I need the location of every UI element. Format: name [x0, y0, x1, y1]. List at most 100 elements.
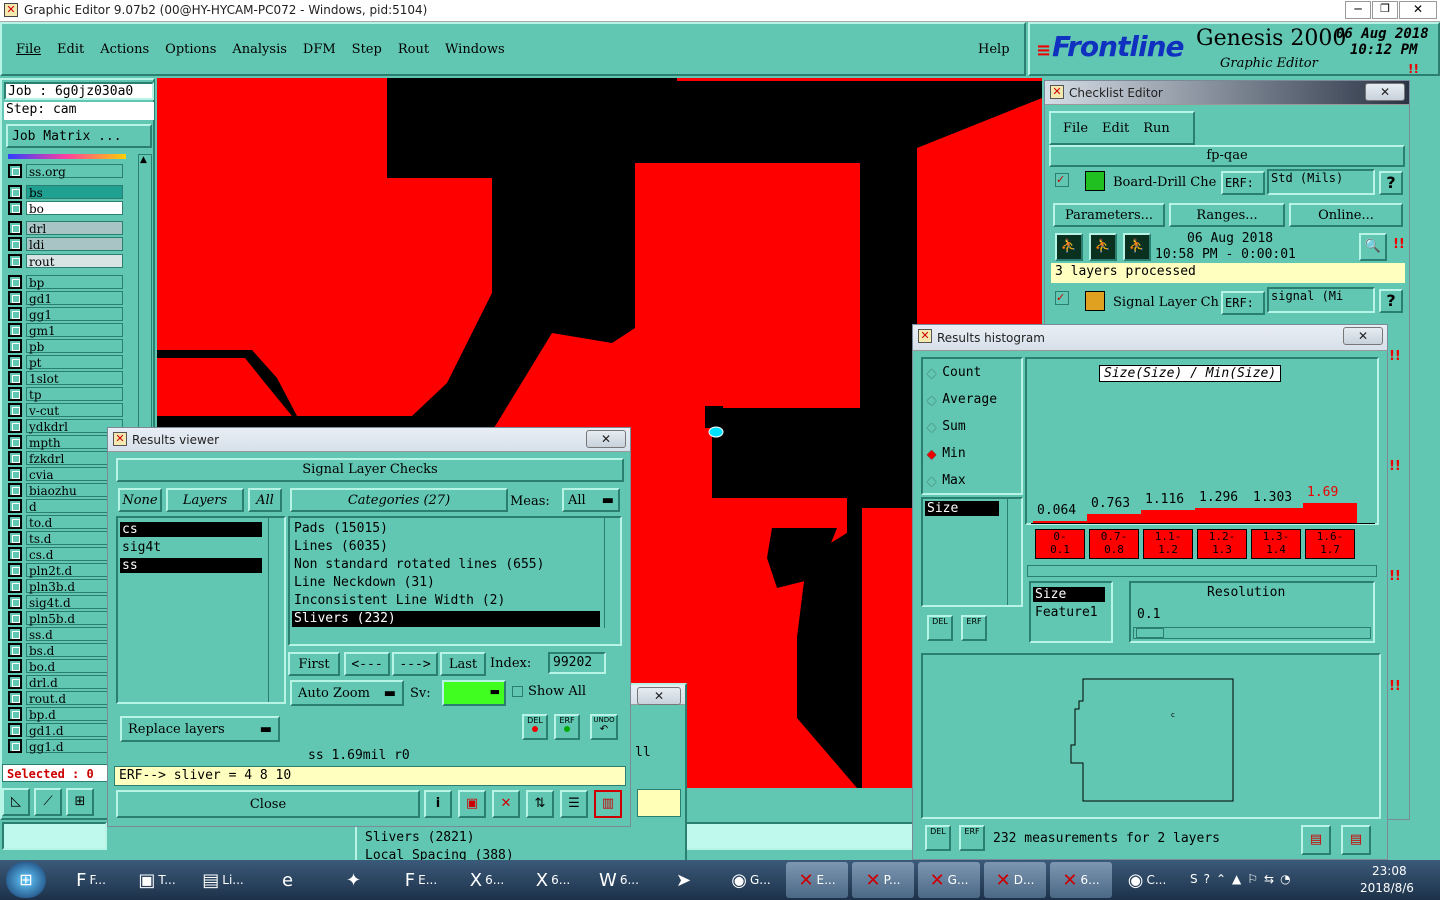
layer-row[interactable]: fzkdrl	[8, 450, 123, 466]
layer-row[interactable]: pt	[8, 354, 123, 370]
histogram-left-list[interactable]: Size	[921, 497, 1023, 607]
menu-analysis[interactable]: Analysis	[232, 42, 287, 57]
parameters-button[interactable]: Parameters...	[1053, 203, 1165, 227]
bg-dropdown[interactable]: ll	[633, 745, 681, 769]
item2-erf-value[interactable]: signal (Mi	[1267, 287, 1375, 313]
chart-hscroll[interactable]	[1027, 565, 1377, 577]
prev-button[interactable]: <---	[344, 652, 390, 676]
results-viewer-close[interactable]: ✕	[586, 430, 626, 448]
category-item[interactable]: Non standard rotated lines (655)	[292, 557, 600, 573]
layer-row[interactable]: d	[8, 498, 123, 514]
taskbar-item[interactable]: ✕ 6...	[1050, 862, 1112, 898]
report-icon[interactable]: ☰	[560, 790, 588, 818]
taskbar-item[interactable]: e	[258, 862, 320, 898]
layer-checkbox[interactable]	[8, 402, 22, 417]
taskbar-item[interactable]: F E...	[390, 862, 452, 898]
categories-scrollbar[interactable]	[604, 518, 618, 628]
checklist-close[interactable]: ✕	[1365, 83, 1405, 101]
layer-row[interactable]: bo.d	[8, 658, 123, 674]
layer-row[interactable]: bs.d	[8, 642, 123, 658]
bin-range-label[interactable]: 1.3- 1.4	[1251, 529, 1301, 559]
list2-size[interactable]: Size	[1033, 587, 1105, 602]
menu-windows[interactable]: Windows	[445, 42, 505, 57]
layer-checkbox[interactable]	[8, 236, 22, 251]
layer-checkbox[interactable]	[8, 562, 22, 577]
footer-erf-button[interactable]: ERF	[959, 825, 985, 851]
first-button[interactable]: First	[288, 652, 340, 676]
item1-checkbox[interactable]: ✓	[1055, 173, 1069, 187]
categories-button[interactable]: Categories (27)	[290, 488, 508, 512]
taskbar-item[interactable]: ✦	[324, 862, 386, 898]
menu-help[interactable]: Help	[978, 42, 1010, 57]
taskbar-item[interactable]: ◉ C...	[1116, 862, 1178, 898]
bg-window-close[interactable]: ✕	[637, 687, 681, 705]
layer-row[interactable]: bp	[8, 274, 123, 290]
layer-checkbox[interactable]	[8, 418, 22, 433]
meas-dropdown[interactable]: All ▬	[562, 488, 620, 512]
layer-checkbox[interactable]	[8, 466, 22, 481]
layer-row[interactable]: ss.org	[8, 163, 123, 179]
erf-strike-icon[interactable]: ✕	[492, 790, 520, 818]
minimize-button[interactable]: ─	[1345, 1, 1371, 19]
left-list-scrollbar[interactable]	[1007, 499, 1021, 605]
histo-del-button[interactable]: DEL	[927, 615, 953, 641]
listbox-scrollbar[interactable]	[268, 518, 282, 702]
item2-label[interactable]: Signal Layer Ch	[1113, 295, 1219, 310]
layer-row[interactable]: ss.d	[8, 626, 123, 642]
replace-layers-dropdown[interactable]: Replace layers ▬	[120, 716, 280, 742]
histogram-list2[interactable]: Size Feature1	[1029, 581, 1113, 643]
layer-checkbox[interactable]	[8, 514, 22, 529]
layer-checkbox[interactable]	[8, 482, 22, 497]
all-layers-button[interactable]: All	[248, 488, 282, 512]
layer-checkbox[interactable]	[8, 354, 22, 369]
taskbar-item[interactable]: F F...	[60, 862, 122, 898]
bin-range-label[interactable]: 0- 0.1	[1035, 529, 1085, 559]
bin-range-label[interactable]: 1.6- 1.7	[1305, 529, 1355, 559]
layer-checkbox[interactable]	[8, 498, 22, 513]
menu-step[interactable]: Step	[352, 42, 382, 57]
layer-row[interactable]: gm1	[8, 322, 123, 338]
layer-checkbox[interactable]	[8, 626, 22, 641]
tool-measure-icon[interactable]: ⟋	[34, 788, 62, 816]
layer-checkbox[interactable]	[8, 290, 22, 305]
layer-checkbox[interactable]	[8, 370, 22, 385]
run-icon-3[interactable]: ⛹	[1123, 233, 1151, 261]
zoom-results-icon[interactable]: 🔍	[1359, 233, 1387, 261]
info-icon[interactable]: i	[424, 790, 452, 818]
category-item[interactable]: Lines (6035)	[292, 539, 600, 555]
item1-label[interactable]: Board-Drill Che	[1113, 175, 1216, 190]
listbox-layer-cs[interactable]: cs	[120, 522, 262, 537]
layer-checkbox[interactable]	[8, 546, 22, 561]
export-icon-2[interactable]: ▤	[1341, 825, 1371, 855]
layer-checkbox[interactable]	[8, 386, 22, 401]
tool-zoom-icon[interactable]: ◺	[2, 788, 30, 816]
layer-row[interactable]: tp	[8, 386, 123, 402]
auto-zoom-dropdown[interactable]: Auto Zoom ▬	[290, 680, 404, 706]
taskbar-item[interactable]: ◉ G...	[720, 862, 782, 898]
layer-checkbox[interactable]	[8, 658, 22, 673]
checklist-menu-edit[interactable]: Edit	[1102, 121, 1129, 136]
histogram-bar[interactable]	[1303, 503, 1357, 523]
taskbar-item[interactable]: ✕ E...	[786, 862, 848, 898]
category-item[interactable]: Inconsistent Line Width (2)	[292, 593, 600, 609]
undo-button[interactable]: UNDO ↶	[590, 714, 618, 740]
taskbar-item[interactable]: X 6...	[522, 862, 584, 898]
taskbar-item[interactable]: X 6...	[456, 862, 518, 898]
layer-row[interactable]: sig4t.d	[8, 594, 123, 610]
ranges-button[interactable]: Ranges...	[1169, 203, 1285, 227]
layer-checkbox[interactable]	[8, 306, 22, 321]
layer-checkbox[interactable]	[8, 200, 22, 215]
menu-options[interactable]: Options	[165, 42, 216, 57]
layer-checkbox[interactable]	[8, 530, 22, 545]
taskbar-item[interactable]: ✕ P...	[852, 862, 914, 898]
layer-row[interactable]: 1slot	[8, 370, 123, 386]
layer-checkbox[interactable]	[8, 274, 22, 289]
erf-button[interactable]: ERF	[554, 714, 580, 740]
item2-help[interactable]: ?	[1379, 289, 1403, 313]
layer-row[interactable]: gd1	[8, 290, 123, 306]
layer-row[interactable]: drl.d	[8, 674, 123, 690]
layer-row[interactable]: pb	[8, 338, 123, 354]
checklist-menu-file[interactable]: File	[1063, 121, 1088, 136]
layer-row[interactable]: bo	[8, 200, 123, 216]
layer-checkbox[interactable]	[8, 322, 22, 337]
